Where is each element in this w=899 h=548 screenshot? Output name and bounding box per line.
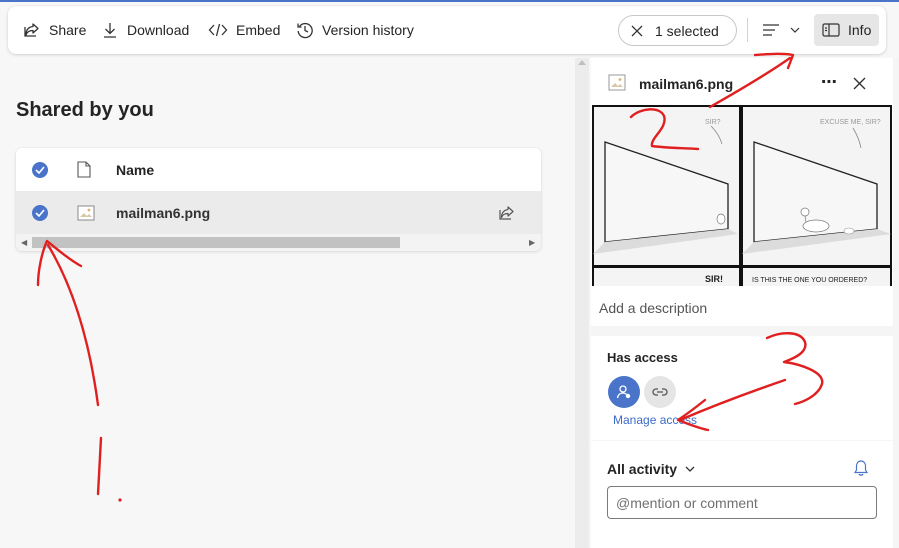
row-checkbox[interactable]: [32, 204, 48, 221]
horizontal-scrollbar[interactable]: ◀ ▶: [16, 234, 541, 251]
select-all-checkbox[interactable]: [32, 161, 48, 178]
person-icon: [616, 385, 631, 399]
activity-title: All activity: [607, 461, 678, 477]
image-preview[interactable]: SIR? EXCUSE ME, SIR? SIR! IS THIS THE ON…: [591, 104, 893, 286]
annotation-dot: [118, 498, 122, 502]
has-access-card: Has access Manage access: [591, 336, 893, 440]
page-title: Shared by you: [16, 99, 154, 121]
description-placeholder: Add a description: [599, 300, 708, 316]
image-file-icon: [77, 205, 95, 220]
image-file-icon: [608, 74, 626, 91]
share-label: Share: [49, 22, 87, 38]
panel1-caption: SIR?: [705, 119, 721, 126]
panel-scrollbar[interactable]: [575, 58, 589, 548]
shared-link-avatar[interactable]: [644, 376, 676, 408]
share-button[interactable]: Share: [23, 6, 86, 54]
info-label: Info: [848, 22, 872, 38]
comic-preview: SIR? EXCUSE ME, SIR? SIR! IS THIS THE ON…: [591, 104, 893, 286]
table-row[interactable]: mailman6.png: [16, 191, 541, 234]
toolbar-divider: [747, 18, 748, 42]
clear-selection-pill[interactable]: 1 selected: [618, 15, 737, 46]
panel-file-name: mailman6.png: [639, 76, 734, 92]
close-icon: [631, 25, 643, 36]
panel-header: mailman6.png ⋯: [591, 58, 893, 104]
chevron-down-icon: [685, 466, 695, 472]
embed-button[interactable]: Embed: [208, 6, 280, 54]
info-button[interactable]: Info: [814, 14, 879, 46]
more-options-button[interactable]: ⋯: [821, 72, 838, 92]
file-type-icon: [77, 161, 91, 178]
version-history-button[interactable]: Version history: [296, 6, 414, 54]
download-icon: [104, 23, 116, 38]
bell-icon[interactable]: [853, 459, 869, 477]
embed-label: Embed: [236, 22, 281, 38]
selection-count: 1 selected: [655, 22, 719, 39]
share-icon: [24, 23, 39, 37]
version-history-label: Version history: [322, 22, 414, 38]
share-icon[interactable]: [498, 205, 516, 221]
top-accent-line: [0, 0, 899, 2]
command-bar: Share Download Embed Version history 1 s…: [8, 6, 886, 54]
download-label: Download: [127, 22, 190, 38]
checkmark-icon: [35, 165, 45, 174]
file-name-cell[interactable]: mailman6.png: [116, 205, 210, 221]
activity-filter-dropdown[interactable]: All activity: [607, 461, 695, 477]
table-header-row: Name: [16, 148, 541, 191]
scroll-right-arrow[interactable]: ▶: [529, 238, 535, 247]
panel2-caption: EXCUSE ME, SIR?: [820, 119, 881, 126]
chevron-down-icon: [790, 27, 800, 33]
details-panel: mailman6.png ⋯ SIR? EXCUSE ME, SIR? SIR!…: [591, 58, 899, 548]
activity-card: All activity @mention or comment: [591, 441, 893, 548]
file-table: Name mailman6.png ◀ ▶: [16, 148, 541, 251]
download-button[interactable]: Download: [101, 6, 189, 54]
column-header-name[interactable]: Name: [116, 162, 154, 178]
checkmark-icon: [35, 208, 45, 217]
comment-input[interactable]: @mention or comment: [607, 486, 877, 519]
description-field[interactable]: Add a description: [591, 286, 893, 326]
shared-people-avatar[interactable]: [608, 376, 640, 408]
info-pane-icon: [822, 23, 840, 37]
comment-placeholder: @mention or comment: [616, 494, 758, 511]
scrollbar-thumb[interactable]: [32, 237, 400, 248]
annotation-arrow-1: [46, 243, 100, 407]
panel3-caption: SIR!: [705, 274, 723, 284]
annotation-numeral-1-stroke: [96, 436, 103, 496]
link-icon: [652, 388, 668, 396]
manage-access-link[interactable]: Manage access: [613, 413, 697, 427]
history-icon: [297, 22, 313, 39]
close-icon[interactable]: [853, 77, 866, 90]
view-options-button[interactable]: [762, 18, 800, 42]
code-icon: [208, 23, 228, 37]
has-access-title: Has access: [607, 350, 678, 365]
scroll-left-arrow[interactable]: ◀: [21, 238, 27, 247]
list-view-icon: [763, 24, 779, 36]
panel4-caption: IS THIS THE ONE YOU ORDERED?: [752, 277, 867, 284]
